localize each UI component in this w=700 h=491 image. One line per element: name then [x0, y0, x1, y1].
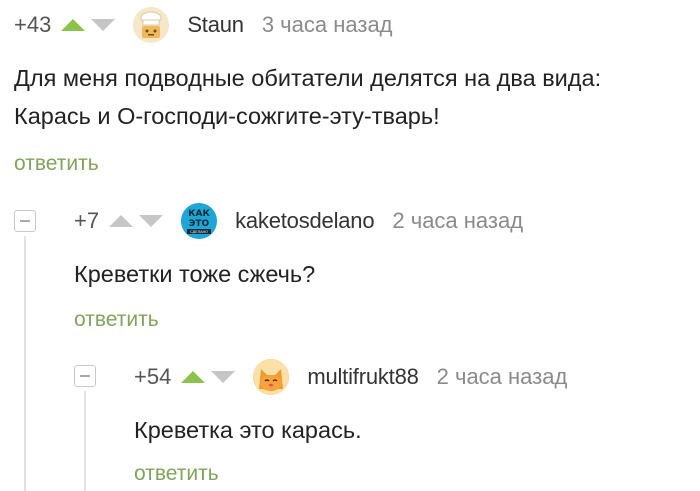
comment-author[interactable]: kaketosdelano: [235, 208, 374, 234]
upvote-arrow-icon[interactable]: [61, 19, 86, 31]
comment-time: 2 часа назад: [436, 364, 568, 389]
avatar-text-line: ЭТО: [189, 219, 210, 229]
minus-icon: [20, 220, 30, 222]
vote-controls: [61, 19, 116, 31]
comment-text-line: Карась и О-господи-сожгите-эту-тварь!: [14, 103, 440, 129]
comment-text: Креветка это карась.: [134, 411, 362, 449]
upvote-arrow-icon[interactable]: [109, 215, 134, 227]
kak-eto-avatar-icon[interactable]: КАК ЭТО СДЕЛАНО: [181, 203, 218, 239]
reply-link[interactable]: ответить: [74, 308, 159, 332]
comment-rating: +43: [14, 12, 52, 37]
comment-text-line: Для меня подводные обитатели делятся на …: [14, 65, 602, 91]
reply-link[interactable]: ответить: [14, 152, 99, 176]
comment-header: +54 multifrukt88 2 часа назад: [134, 359, 568, 395]
comment-header: +7 КАК ЭТО СДЕЛАНО kaketosdelano 2 часа …: [74, 203, 524, 239]
comment-text-line: Креветки тоже сжечь?: [74, 261, 316, 287]
vote-controls: [181, 371, 236, 383]
minus-icon: [80, 375, 90, 377]
vote-controls: [109, 215, 164, 227]
upvote-arrow-icon[interactable]: [181, 371, 206, 383]
comment-text: Креветки тоже сжечь?: [74, 255, 315, 293]
downvote-arrow-icon[interactable]: [211, 371, 236, 383]
comment-text-line: Креветка это карась.: [134, 417, 362, 443]
comment-rating: +7: [74, 208, 100, 233]
comment-author[interactable]: Staun: [187, 12, 244, 38]
downvote-arrow-icon[interactable]: [139, 215, 164, 227]
collapse-thread-button[interactable]: [74, 365, 96, 387]
comment-author[interactable]: multifrukt88: [307, 364, 419, 390]
orange-cat-avatar-icon[interactable]: [253, 359, 290, 395]
comment-text: Для меня подводные обитатели делятся на …: [14, 59, 601, 135]
comment-header: +43 Staun 3 часа назад: [14, 7, 393, 43]
comment-time: 2 часа назад: [392, 208, 524, 233]
chef-avatar-icon[interactable]: [133, 7, 170, 43]
avatar-text-line: КАК: [188, 209, 210, 219]
thread-line[interactable]: [84, 391, 86, 491]
comment-rating: +54: [134, 364, 172, 389]
comment-time: 3 часа назад: [261, 12, 393, 37]
avatar-text-line: СДЕЛАНО: [190, 230, 208, 234]
collapse-thread-button[interactable]: [14, 210, 36, 232]
downvote-arrow-icon[interactable]: [91, 19, 116, 31]
reply-link[interactable]: ответить: [134, 462, 219, 486]
thread-line[interactable]: [24, 236, 26, 491]
